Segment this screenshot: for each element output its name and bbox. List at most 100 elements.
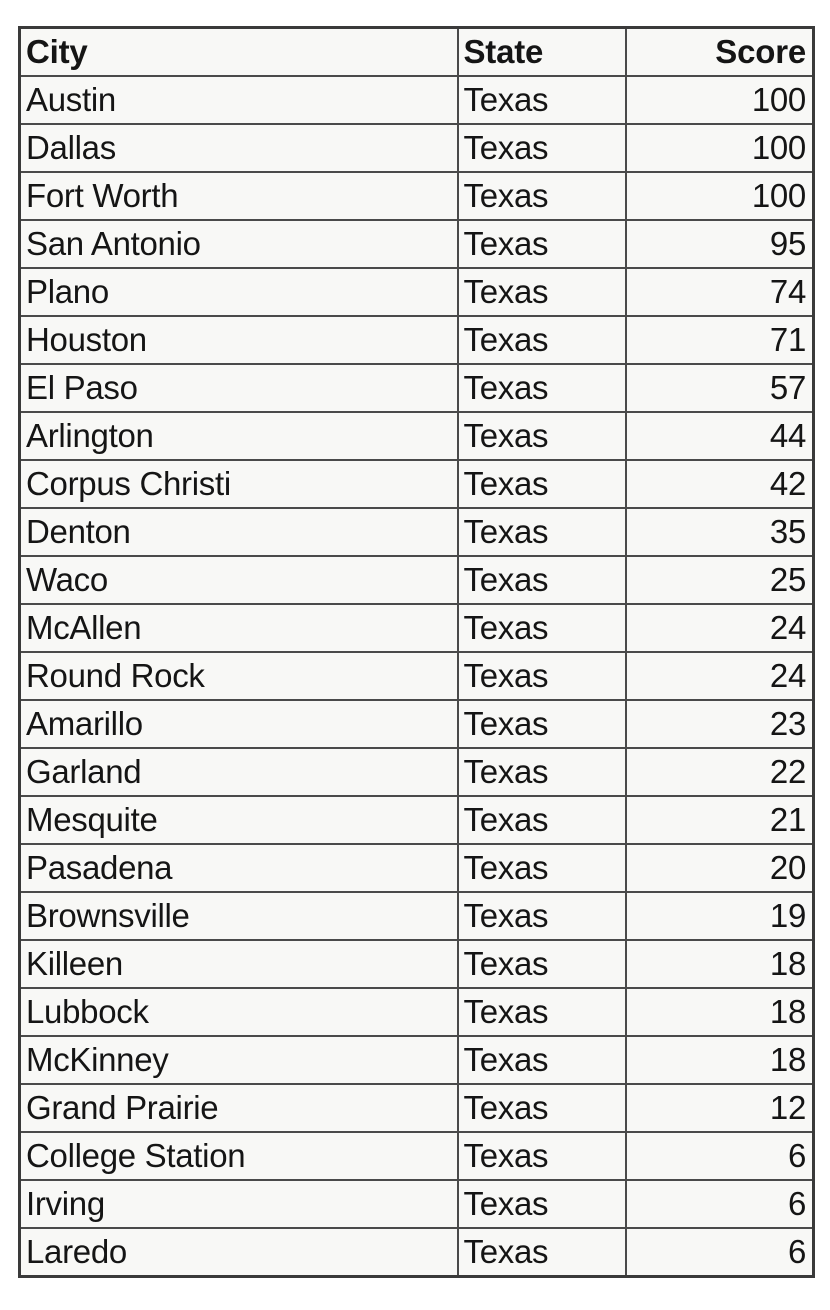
cell-city: McKinney (19, 1036, 459, 1085)
cell-state: Texas (457, 316, 627, 365)
table-row[interactable]: Plano Texas 74 (19, 268, 814, 317)
cell-city: Killeen (19, 940, 459, 989)
cell-state: Texas (457, 844, 627, 893)
cell-state: Texas (457, 172, 627, 221)
cell-state: Texas (457, 124, 627, 173)
cell-city: Amarillo (19, 700, 459, 749)
table-row[interactable]: College Station Texas 6 (19, 1132, 814, 1181)
table-body: Austin Texas 100 Dallas Texas 100 Fort Worth Te… (19, 76, 814, 1277)
cell-city: Brownsville (19, 892, 459, 941)
cell-score: 12 (625, 1084, 814, 1133)
cell-city: Denton (19, 508, 459, 557)
cell-score: 74 (625, 268, 814, 317)
table-row[interactable]: Austin Texas 100 (19, 76, 814, 125)
table-row[interactable]: Round Rock Texas 24 (19, 652, 814, 701)
table-row[interactable]: Arlington Texas 44 (19, 412, 814, 461)
cell-state: Texas (457, 748, 627, 797)
cell-state: Texas (457, 460, 627, 509)
table-row[interactable]: Garland Texas 22 (19, 748, 814, 797)
table-row[interactable]: Grand Prairie Texas 12 (19, 1084, 814, 1133)
table-row[interactable]: San Antonio Texas 95 (19, 220, 814, 269)
cell-score: 18 (625, 988, 814, 1037)
table-row[interactable]: Brownsville Texas 19 (19, 892, 814, 941)
table-header-row: City State Score (19, 27, 814, 77)
table-row[interactable]: Killeen Texas 18 (19, 940, 814, 989)
cell-state: Texas (457, 556, 627, 605)
cell-city: Pasadena (19, 844, 459, 893)
cell-city: Austin (19, 76, 459, 125)
cell-score: 35 (625, 508, 814, 557)
cell-score: 44 (625, 412, 814, 461)
cell-state: Texas (457, 892, 627, 941)
cell-state: Texas (457, 76, 627, 125)
column-header-state[interactable]: State (457, 27, 627, 77)
cell-state: Texas (457, 1180, 627, 1229)
cell-score: 57 (625, 364, 814, 413)
cell-state: Texas (457, 652, 627, 701)
cell-city: Lubbock (19, 988, 459, 1037)
cell-score: 24 (625, 652, 814, 701)
cell-city: Houston (19, 316, 459, 365)
city-score-table: City State Score Austin Texas 100 Dallas Tex… (18, 26, 815, 1278)
cell-state: Texas (457, 796, 627, 845)
column-header-city[interactable]: City (19, 27, 459, 77)
cell-state: Texas (457, 604, 627, 653)
cell-city: College Station (19, 1132, 459, 1181)
cell-score: 22 (625, 748, 814, 797)
table-row[interactable]: McAllen Texas 24 (19, 604, 814, 653)
cell-city: Waco (19, 556, 459, 605)
cell-city: Corpus Christi (19, 460, 459, 509)
cell-score: 100 (625, 172, 814, 221)
cell-score: 6 (625, 1228, 814, 1277)
table-row[interactable]: McKinney Texas 18 (19, 1036, 814, 1085)
cell-score: 71 (625, 316, 814, 365)
table-row[interactable]: Denton Texas 35 (19, 508, 814, 557)
cell-city: McAllen (19, 604, 459, 653)
cell-city: San Antonio (19, 220, 459, 269)
table-row[interactable]: Houston Texas 71 (19, 316, 814, 365)
cell-city: Plano (19, 268, 459, 317)
cell-state: Texas (457, 268, 627, 317)
cell-city: Dallas (19, 124, 459, 173)
cell-city: Arlington (19, 412, 459, 461)
cell-score: 19 (625, 892, 814, 941)
cell-city: Laredo (19, 1228, 459, 1277)
cell-city: Fort Worth (19, 172, 459, 221)
cell-score: 6 (625, 1132, 814, 1181)
cell-score: 95 (625, 220, 814, 269)
cell-state: Texas (457, 1132, 627, 1181)
cell-city: Irving (19, 1180, 459, 1229)
table-row[interactable]: Waco Texas 25 (19, 556, 814, 605)
table-row[interactable]: Irving Texas 6 (19, 1180, 814, 1229)
cell-state: Texas (457, 940, 627, 989)
table-row[interactable]: Laredo Texas 6 (19, 1228, 814, 1277)
table-row[interactable]: Mesquite Texas 21 (19, 796, 814, 845)
cell-city: Round Rock (19, 652, 459, 701)
cell-score: 21 (625, 796, 814, 845)
cell-score: 20 (625, 844, 814, 893)
cell-score: 18 (625, 1036, 814, 1085)
table-row[interactable]: Lubbock Texas 18 (19, 988, 814, 1037)
cell-score: 100 (625, 124, 814, 173)
cell-state: Texas (457, 412, 627, 461)
table-row[interactable]: Dallas Texas 100 (19, 124, 814, 173)
table-row[interactable]: Pasadena Texas 20 (19, 844, 814, 893)
cell-state: Texas (457, 1084, 627, 1133)
cell-score: 42 (625, 460, 814, 509)
table-row[interactable]: Fort Worth Texas 100 (19, 172, 814, 221)
table-row[interactable]: El Paso Texas 57 (19, 364, 814, 413)
column-header-score[interactable]: Score (625, 27, 814, 77)
cell-score: 18 (625, 940, 814, 989)
table-header: City State Score (19, 27, 814, 77)
cell-city: El Paso (19, 364, 459, 413)
cell-score: 6 (625, 1180, 814, 1229)
table-row[interactable]: Amarillo Texas 23 (19, 700, 814, 749)
cell-state: Texas (457, 364, 627, 413)
cell-state: Texas (457, 700, 627, 749)
score-table-container: City State Score Austin Texas 100 Dallas Tex… (18, 26, 815, 1290)
cell-score: 24 (625, 604, 814, 653)
cell-score: 23 (625, 700, 814, 749)
cell-city: Grand Prairie (19, 1084, 459, 1133)
table-row[interactable]: Corpus Christi Texas 42 (19, 460, 814, 509)
cell-score: 100 (625, 76, 814, 125)
